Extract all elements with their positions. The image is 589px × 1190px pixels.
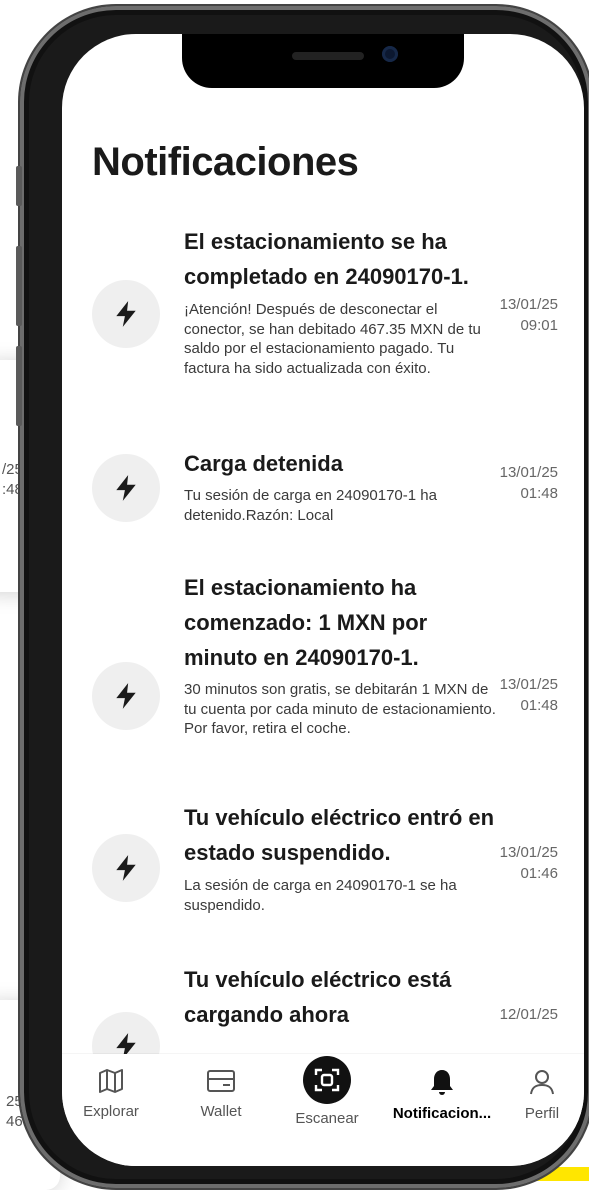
volume-down-button	[16, 346, 22, 426]
nav-wallet-label: Wallet	[200, 1103, 242, 1120]
bolt-icon	[92, 280, 160, 348]
notification-date: 13/01/25	[499, 296, 558, 313]
map-icon	[99, 1069, 123, 1093]
notification-title: El estacionamiento ha comenzado: 1 MXN p…	[184, 575, 428, 670]
phone-frame: Notificaciones El estacionamiento se ha …	[16, 6, 589, 1188]
nav-notifications-label: Notificacion...	[392, 1105, 492, 1122]
notification-title: Tu vehículo eléctrico está cargando ahor…	[184, 967, 452, 1027]
notification-body: Tu sesión de carga en 24090170-1 ha dete…	[184, 487, 437, 524]
notification-body: La sesión de carga en 24090170-1 se ha s…	[184, 877, 457, 914]
bell-icon	[431, 1070, 453, 1095]
speaker	[292, 52, 364, 60]
notification-time: 01:46	[520, 865, 558, 882]
notification-date: 13/01/25	[499, 676, 558, 693]
nav-scan-label: Escanear	[295, 1110, 359, 1127]
nav-explore[interactable]: Explorar	[72, 1068, 150, 1120]
front-camera	[382, 46, 398, 62]
background-card-time: 46	[6, 1113, 23, 1130]
notification-time: 01:48	[520, 697, 558, 714]
nav-notifications[interactable]: Notificacion...	[386, 1068, 498, 1122]
notch	[182, 34, 464, 88]
notification-body: 30 minutos son gratis, se debitarán 1 MX…	[184, 681, 496, 737]
person-icon	[530, 1070, 554, 1095]
nav-explore-label: Explorar	[83, 1103, 139, 1120]
notification-title: Carga detenida	[184, 451, 343, 476]
volume-up-button	[16, 246, 22, 326]
nav-wallet[interactable]: Wallet	[182, 1068, 260, 1120]
nav-profile-label: Perfil	[524, 1105, 560, 1122]
nav-scan[interactable]: Escanear	[282, 1056, 372, 1127]
bolt-icon	[92, 454, 160, 522]
bolt-icon	[92, 662, 160, 730]
notification-time: 09:01	[520, 317, 558, 334]
mute-switch	[16, 166, 22, 206]
wallet-icon	[207, 1070, 235, 1092]
page-title: Notificaciones	[92, 140, 359, 184]
notification-date: 13/01/25	[499, 844, 558, 861]
nav-profile[interactable]: Perfil	[512, 1068, 572, 1122]
notification-time: 01:48	[520, 485, 558, 502]
screen: Notificaciones El estacionamiento se ha …	[62, 34, 584, 1166]
notification-date: 13/01/25	[499, 464, 558, 481]
notification-title: El estacionamiento se ha completado en 2…	[184, 229, 469, 289]
notification-body: ¡Atención! Después de desconectar el con…	[184, 301, 481, 377]
bolt-icon	[92, 834, 160, 902]
bottom-nav: Explorar Wallet Escanear Notificacion...…	[62, 1054, 584, 1166]
scan-icon	[303, 1056, 351, 1104]
notification-date: 12/01/25	[499, 1006, 558, 1023]
notification-title: Tu vehículo eléctrico entró en estado su…	[184, 805, 495, 865]
